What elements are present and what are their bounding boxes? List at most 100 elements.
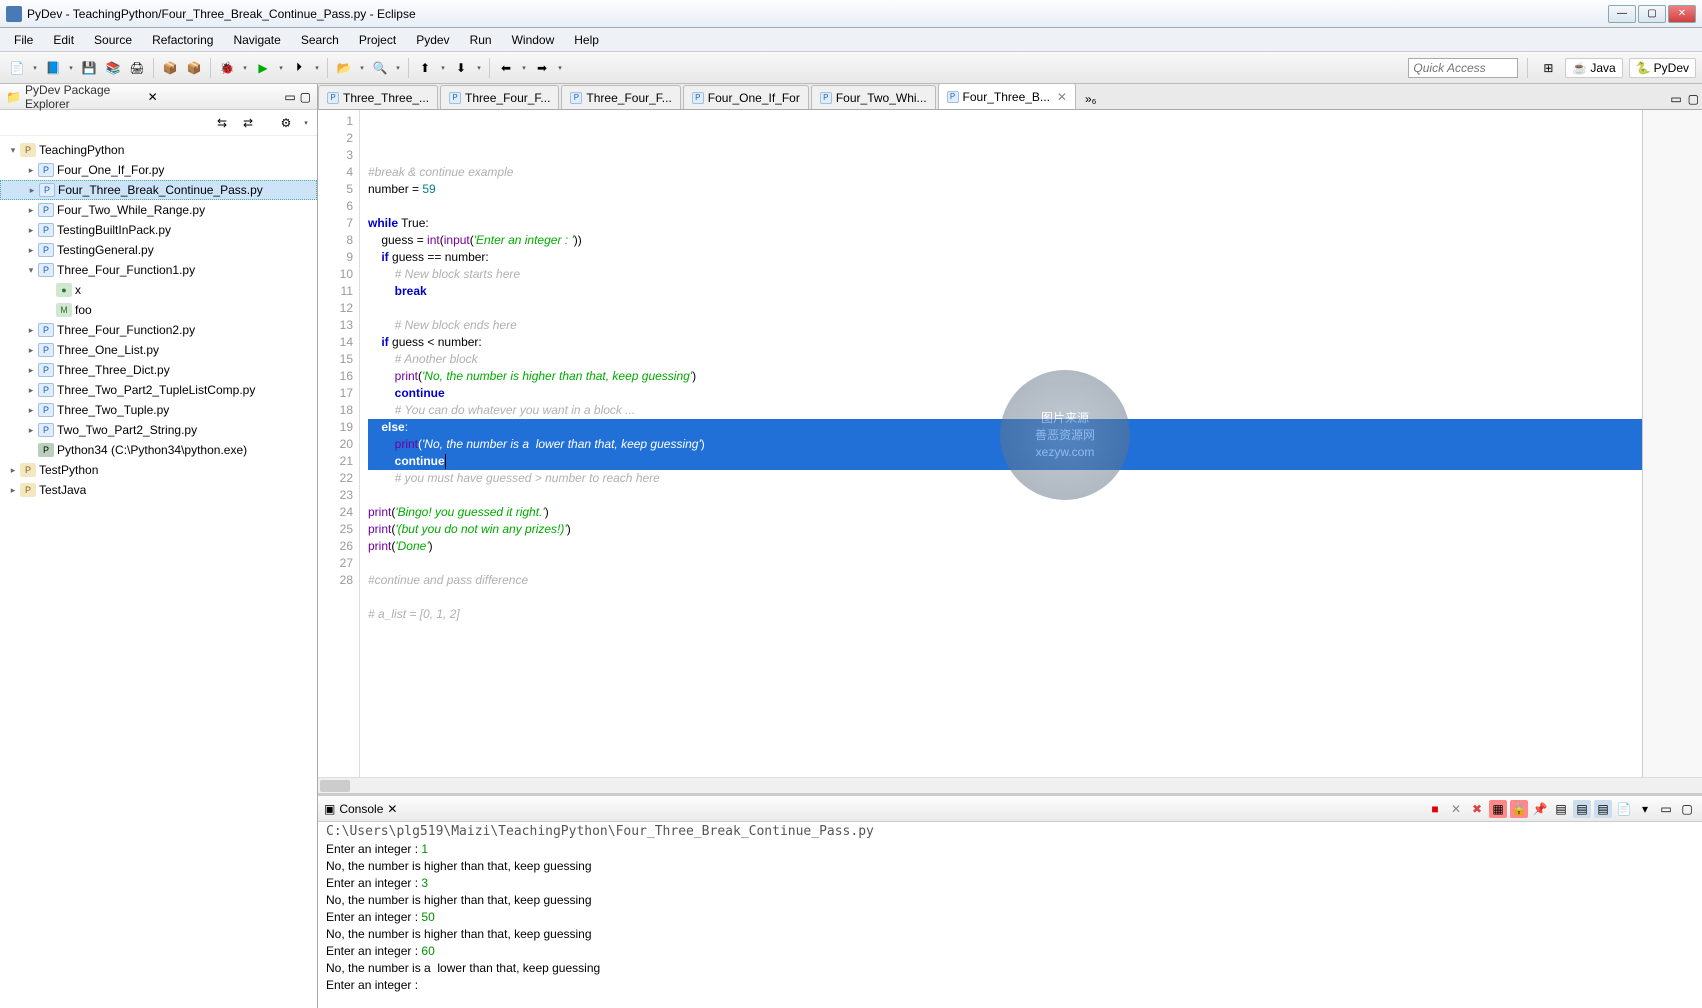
- back-button[interactable]: ⬅: [495, 57, 517, 79]
- save-all-button[interactable]: 📚: [102, 57, 124, 79]
- tree-node[interactable]: ▸PThree_Four_Function2.py: [0, 320, 317, 340]
- run-last-button[interactable]: ⏵: [288, 57, 310, 79]
- open-console-button[interactable]: ▤: [1594, 800, 1612, 818]
- close-button[interactable]: ✕: [1668, 5, 1696, 23]
- panel-maximize-icon[interactable]: ▢: [300, 90, 311, 104]
- menu-file[interactable]: File: [4, 30, 43, 50]
- editor-tab[interactable]: PThree_Four_F...: [561, 85, 680, 109]
- tree-node[interactable]: ▸PFour_One_If_For.py: [0, 160, 317, 180]
- menu-navigate[interactable]: Navigate: [223, 30, 290, 50]
- run-button[interactable]: ▶: [252, 57, 274, 79]
- remove-all-button[interactable]: ✖: [1468, 800, 1486, 818]
- scroll-lock-button[interactable]: 🔒: [1510, 800, 1528, 818]
- link-editor-button[interactable]: ⇄: [237, 112, 259, 134]
- show-console-button[interactable]: ▤: [1573, 800, 1591, 818]
- pin-console-button[interactable]: 📌: [1531, 800, 1549, 818]
- line-gutter: 1234567891011121314151617181920212223242…: [318, 110, 360, 777]
- panel-close-icon[interactable]: ✕: [148, 90, 158, 104]
- editor-tabs: PThree_Three_...PThree_Four_F...PThree_F…: [318, 84, 1702, 110]
- package-explorer-panel: 📁 PyDev Package Explorer ✕ ▭ ▢ ⇆ ⇄ ⚙ ▾ ▾…: [0, 84, 318, 1008]
- tree-node[interactable]: ▸PThree_Two_Tuple.py: [0, 400, 317, 420]
- tree-node[interactable]: ▸PFour_Two_While_Range.py: [0, 200, 317, 220]
- minimize-button[interactable]: —: [1608, 5, 1636, 23]
- pydev-icon: 📁: [6, 90, 21, 104]
- terminate-button[interactable]: ■: [1426, 800, 1444, 818]
- panel-minimize-icon[interactable]: ▭: [284, 90, 295, 104]
- maximize-button[interactable]: ▢: [1638, 5, 1666, 23]
- console-output[interactable]: Enter an integer : 1No, the number is hi…: [318, 841, 1702, 994]
- open-perspective-button[interactable]: ⊞: [1537, 57, 1559, 79]
- editor-tab[interactable]: PFour_One_If_For: [683, 85, 809, 109]
- menu-project[interactable]: Project: [349, 30, 406, 50]
- new-button[interactable]: 📄: [6, 57, 28, 79]
- console-close-icon[interactable]: ✕: [387, 802, 397, 816]
- min-button[interactable]: ▭: [1657, 800, 1675, 818]
- code-content[interactable]: #break & continue examplenumber = 59whil…: [360, 110, 1642, 777]
- menu-search[interactable]: Search: [291, 30, 349, 50]
- new-package-button[interactable]: 📦: [183, 57, 205, 79]
- menu-window[interactable]: Window: [502, 30, 565, 50]
- show-list-button[interactable]: »₆: [1082, 89, 1100, 109]
- tree-node[interactable]: PPython34 (C:\Python34\python.exe): [0, 440, 317, 460]
- new-dropdown[interactable]: ▾: [30, 57, 40, 79]
- overview-ruler[interactable]: [1642, 110, 1702, 777]
- menu-edit[interactable]: Edit: [43, 30, 84, 50]
- menu-help[interactable]: Help: [564, 30, 609, 50]
- max-button[interactable]: ▢: [1678, 800, 1696, 818]
- menu-refactoring[interactable]: Refactoring: [142, 30, 223, 50]
- package-tree[interactable]: ▾PTeachingPython▸PFour_One_If_For.py▸PFo…: [0, 136, 317, 1008]
- display-selected-button[interactable]: ▤: [1552, 800, 1570, 818]
- tree-node[interactable]: ▸PTestPython: [0, 460, 317, 480]
- menu-pydev[interactable]: Pydev: [406, 30, 459, 50]
- save-button[interactable]: 💾: [78, 57, 100, 79]
- window-titlebar: PyDev - TeachingPython/Four_Three_Break_…: [0, 0, 1702, 28]
- tree-node[interactable]: Mfoo: [0, 300, 317, 320]
- console-dropdown[interactable]: ▾: [1636, 800, 1654, 818]
- menubar: FileEditSourceRefactoringNavigateSearchP…: [0, 28, 1702, 52]
- tree-node[interactable]: ▸PThree_One_List.py: [0, 340, 317, 360]
- tree-node[interactable]: ▸PTestJava: [0, 480, 317, 500]
- editor-tab[interactable]: PThree_Four_F...: [440, 85, 559, 109]
- panel-title: PyDev Package Explorer: [25, 83, 144, 111]
- collapse-all-button[interactable]: ⇆: [211, 112, 233, 134]
- forward-button[interactable]: ➡: [531, 57, 553, 79]
- tree-node[interactable]: ▾PTeachingPython: [0, 140, 317, 160]
- new-module-button[interactable]: 📘: [42, 57, 64, 79]
- search-button[interactable]: 🔍: [369, 57, 391, 79]
- tree-node[interactable]: ▸PTwo_Two_Part2_String.py: [0, 420, 317, 440]
- prev-annotation-button[interactable]: ⬆: [414, 57, 436, 79]
- remove-launch-button[interactable]: ✕: [1447, 800, 1465, 818]
- clear-console-button[interactable]: ▦: [1489, 800, 1507, 818]
- next-annotation-button[interactable]: ⬇: [450, 57, 472, 79]
- editor-min-icon[interactable]: ▭: [1670, 92, 1681, 106]
- filter-button[interactable]: ⚙: [275, 112, 297, 134]
- menu-source[interactable]: Source: [84, 30, 142, 50]
- console-icon: ▣: [324, 802, 335, 816]
- tree-node[interactable]: ●x: [0, 280, 317, 300]
- debug-button[interactable]: 🐞: [216, 57, 238, 79]
- tree-node[interactable]: ▸PTestingBuiltInPack.py: [0, 220, 317, 240]
- tree-node[interactable]: ▸PThree_Three_Dict.py: [0, 360, 317, 380]
- editor-tab[interactable]: PFour_Two_Whi...: [811, 85, 936, 109]
- quick-access-input[interactable]: [1408, 58, 1518, 78]
- view-menu-dropdown[interactable]: ▾: [301, 112, 311, 134]
- new-project-button[interactable]: 📦: [159, 57, 181, 79]
- main-toolbar: 📄▾ 📘▾ 💾 📚 🖨 📦 📦 🐞▾ ▶▾ ⏵▾ 📂▾ 🔍▾ ⬆▾ ⬇▾ ⬅▾ …: [0, 52, 1702, 84]
- editor-tab[interactable]: PThree_Three_...: [318, 85, 438, 109]
- window-title: PyDev - TeachingPython/Four_Three_Break_…: [27, 7, 1608, 21]
- tree-node[interactable]: ▸PFour_Three_Break_Continue_Pass.py: [0, 180, 317, 200]
- app-icon: [6, 6, 22, 22]
- menu-run[interactable]: Run: [460, 30, 502, 50]
- editor-max-icon[interactable]: ▢: [1688, 92, 1699, 106]
- print-button[interactable]: 🖨: [126, 57, 148, 79]
- new-console-button[interactable]: 📄: [1615, 800, 1633, 818]
- tree-node[interactable]: ▾PThree_Four_Function1.py: [0, 260, 317, 280]
- perspective-java[interactable]: ☕Java: [1565, 58, 1622, 78]
- tree-node[interactable]: ▸PTestingGeneral.py: [0, 240, 317, 260]
- perspective-pydev[interactable]: 🐍PyDev: [1629, 58, 1696, 78]
- tree-node[interactable]: ▸PThree_Two_Part2_TupleListComp.py: [0, 380, 317, 400]
- code-editor[interactable]: 1234567891011121314151617181920212223242…: [318, 110, 1702, 777]
- open-type-button[interactable]: 📂: [333, 57, 355, 79]
- horizontal-scrollbar[interactable]: [318, 777, 1702, 793]
- editor-tab[interactable]: PFour_Three_B...✕: [938, 84, 1076, 109]
